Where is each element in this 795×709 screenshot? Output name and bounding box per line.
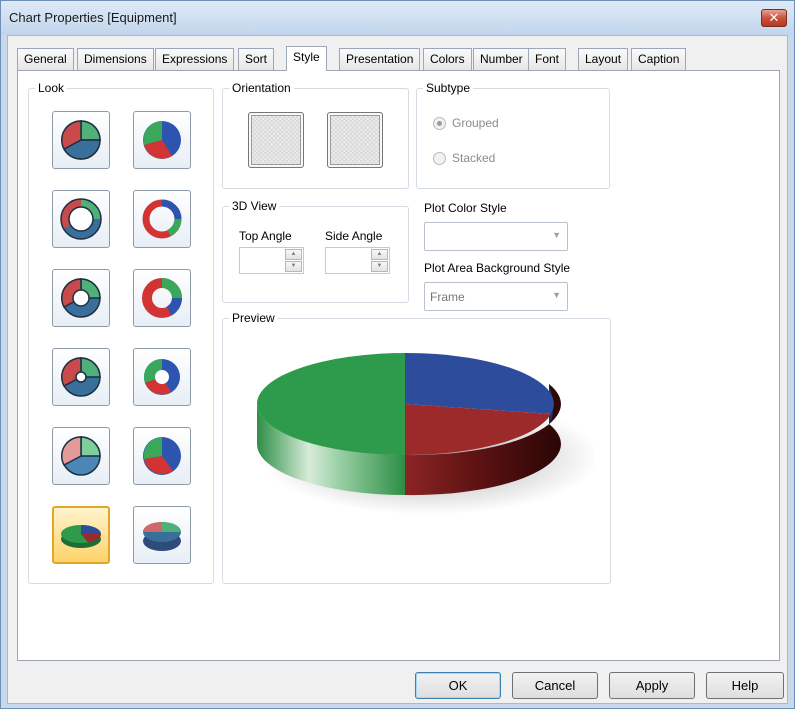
radio-stacked[interactable] (433, 151, 446, 165)
side-angle-spin-buttons: ▲ ▼ (371, 249, 388, 272)
apply-button[interactable]: Apply (609, 672, 695, 699)
title-bar[interactable]: Chart Properties [Equipment] ✕ (1, 1, 794, 35)
preview-label: Preview (229, 311, 278, 325)
look-ring-flat-option[interactable] (52, 269, 110, 327)
top-angle-spin-buttons: ▲ ▼ (285, 249, 302, 272)
view-3d-group: 3D View Top Angle Side Angle ▲ ▼ ▲ ▼ (222, 199, 409, 303)
ring-segment-icon (61, 357, 101, 397)
close-button[interactable]: ✕ (761, 9, 787, 27)
cancel-button[interactable]: Cancel (512, 672, 598, 699)
orientation-label: Orientation (229, 81, 294, 95)
ring-pie-flat-icon (61, 278, 101, 318)
look-ring-glossy-option[interactable] (133, 269, 191, 327)
close-icon: ✕ (768, 10, 780, 25)
tab-number[interactable]: Number (473, 48, 530, 70)
subtype-label: Subtype (423, 81, 474, 95)
subtype-grouped-label: Grouped (452, 116, 499, 130)
look-pie-3d-option[interactable] (52, 506, 110, 564)
tab-general[interactable]: General (17, 48, 74, 70)
pie-3d-glossy-icon (143, 522, 181, 551)
top-angle-down-button[interactable]: ▼ (285, 261, 302, 272)
tab-expressions[interactable]: Expressions (155, 48, 235, 70)
help-button[interactable]: Help (706, 672, 784, 699)
orientation-horizontal-button[interactable] (327, 112, 383, 168)
pie-flat-icon (61, 120, 101, 160)
chevron-down-icon: ▼ (552, 230, 561, 240)
ring-3d-icon (143, 358, 180, 395)
style-tab-panel: Look Orientation Subtype Grouped Stacked… (17, 70, 780, 661)
ring-glossy-icon (142, 278, 182, 318)
look-ring-segment-option[interactable] (52, 348, 110, 406)
view-3d-label: 3D View (229, 199, 280, 213)
donut-flat-icon (60, 198, 102, 240)
pie-slice-blue (405, 352, 554, 414)
radio-grouped[interactable] (433, 116, 446, 130)
top-angle-label: Top Angle (239, 229, 292, 243)
chart-properties-dialog: Chart Properties [Equipment] ✕ General D… (0, 0, 795, 709)
look-pie-flat-option[interactable] (52, 111, 110, 169)
look-donut-flat-option[interactable] (52, 190, 110, 248)
plot-color-style-label: Plot Color Style (424, 201, 507, 215)
look-pie-shaded-option[interactable] (52, 427, 110, 485)
tab-sort[interactable]: Sort (238, 48, 275, 70)
tab-style[interactable]: Style (286, 46, 327, 71)
top-angle-spinner[interactable]: ▲ ▼ (239, 247, 304, 274)
tab-dimensions[interactable]: Dimensions (77, 48, 154, 70)
look-pie-3d-glossy-option[interactable] (133, 506, 191, 564)
look-group: Look (28, 81, 214, 584)
side-angle-up-button[interactable]: ▲ (371, 249, 388, 260)
orientation-vertical-button[interactable] (248, 112, 304, 168)
preview-group: Preview (222, 311, 611, 584)
donut-glossy-icon (142, 199, 182, 239)
chevron-down-icon: ▼ (552, 290, 561, 300)
window-title: Chart Properties [Equipment] (9, 10, 177, 25)
top-angle-up-button[interactable]: ▲ (285, 249, 302, 260)
tab-presentation[interactable]: Presentation (339, 48, 421, 70)
plot-area-bg-style-label: Plot Area Background Style (424, 261, 571, 275)
plot-color-style-select[interactable]: ▼ (424, 222, 568, 251)
tab-colors[interactable]: Colors (423, 48, 472, 70)
look-pie-glossy-2-option[interactable] (133, 427, 191, 485)
pie-shaded-icon (61, 436, 101, 476)
look-pie-glossy-option[interactable] (133, 111, 191, 169)
tab-font[interactable]: Font (528, 48, 567, 70)
pie-glossy-icon (143, 121, 181, 159)
look-donut-glossy-option[interactable] (133, 190, 191, 248)
plot-area-bg-style-select[interactable]: Frame ▼ (424, 282, 568, 311)
plot-area-bg-style-value: Frame (430, 290, 465, 304)
preview-3d-pie (257, 352, 595, 515)
side-angle-label: Side Angle (325, 229, 383, 243)
subtype-stacked-option[interactable]: Stacked (433, 151, 495, 165)
side-angle-down-button[interactable]: ▼ (371, 261, 388, 272)
look-ring-3d-option[interactable] (133, 348, 191, 406)
dialog-client-area: General Dimensions Expressions Sort Styl… (7, 35, 788, 704)
subtype-stacked-label: Stacked (452, 151, 496, 165)
side-angle-spinner[interactable]: ▲ ▼ (325, 247, 390, 274)
look-label: Look (35, 81, 68, 95)
subtype-group: Subtype Grouped Stacked (416, 81, 610, 189)
tab-layout[interactable]: Layout (578, 48, 629, 70)
subtype-grouped-option[interactable]: Grouped (433, 116, 499, 130)
pie-3d-icon (61, 525, 102, 548)
orientation-group: Orientation (222, 81, 409, 189)
ok-button[interactable]: OK (415, 672, 501, 699)
pie-glossy-2-icon (143, 437, 181, 475)
tab-caption[interactable]: Caption (631, 48, 687, 70)
